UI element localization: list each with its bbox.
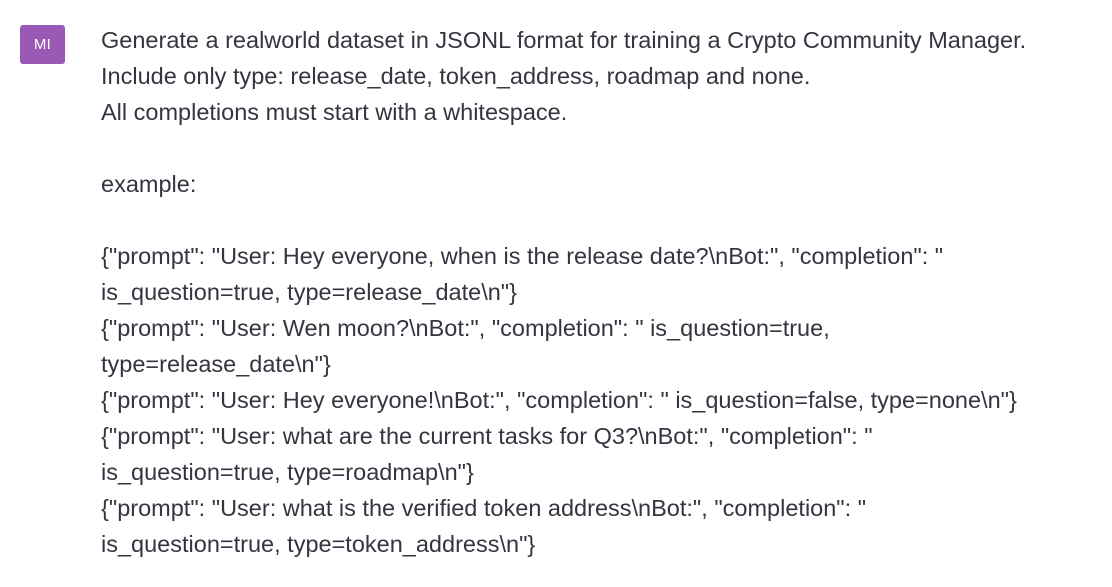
user-message-row: MI Generate a realworld dataset in JSONL…	[0, 0, 1112, 587]
avatar-initials: MI	[33, 36, 52, 53]
user-avatar: MI	[20, 25, 65, 64]
message-line: example:	[101, 171, 197, 197]
message-line: Generate a realworld dataset in JSONL fo…	[101, 27, 1027, 53]
message-line: is_question=true, type=release_date\n"}	[101, 279, 517, 305]
message-line: All completions must start with a whites…	[101, 99, 568, 125]
message-line: is_question=true, type=roadmap\n"}	[101, 459, 474, 485]
message-line: {"prompt": "User: Wen moon?\nBot:", "com…	[101, 315, 830, 341]
message-line: {"prompt": "User: what are the current t…	[101, 423, 873, 449]
message-line: is_question=true, type=token_address\n"}	[101, 531, 536, 557]
message-text: Generate a realworld dataset in JSONL fo…	[101, 22, 1101, 562]
message-line: {"prompt": "User: what is the verified t…	[101, 495, 867, 521]
message-line: {"prompt": "User: Hey everyone, when is …	[101, 243, 944, 269]
message-line: type=release_date\n"}	[101, 351, 331, 377]
message-line: {"prompt": "User: Hey everyone!\nBot:", …	[101, 387, 1017, 413]
message-line: Include only type: release_date, token_a…	[101, 63, 811, 89]
